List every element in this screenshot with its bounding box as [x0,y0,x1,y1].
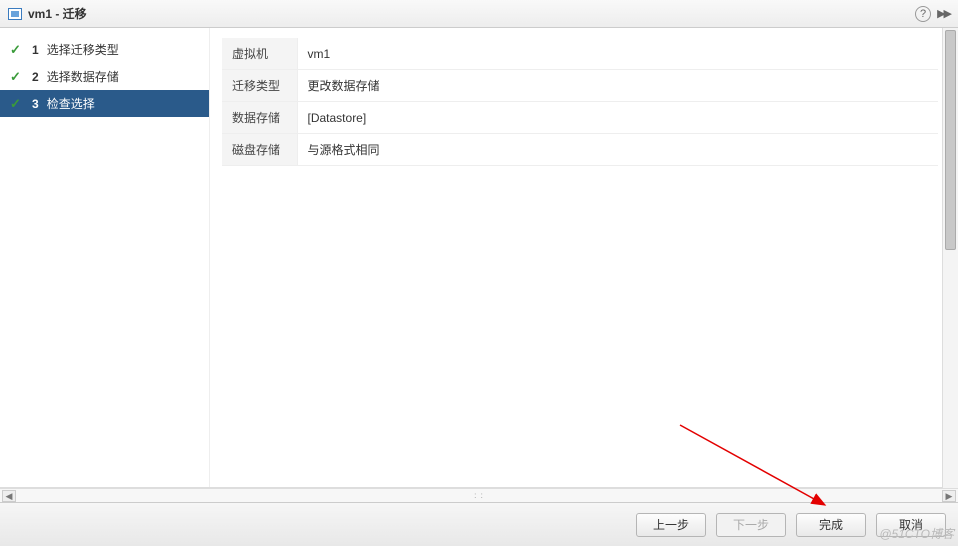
resize-grip-icon[interactable]: : : [474,491,484,500]
vm-icon [8,8,22,20]
summary-value: [Datastore] [297,102,938,134]
summary-label: 迁移类型 [222,70,297,102]
check-icon: ✓ [10,96,24,112]
step-number: 3 [32,97,39,111]
table-row: 数据存储 [Datastore] [222,102,938,134]
summary-label: 数据存储 [222,102,297,134]
scroll-right-icon[interactable]: ▶ [942,490,956,502]
step-label: 选择迁移类型 [47,41,119,58]
titlebar-right: ? ▶▶ [915,6,950,22]
expand-icon[interactable]: ▶▶ [937,7,950,20]
wizard-step-1[interactable]: ✓ 1 选择迁移类型 [0,36,209,63]
table-row: 迁移类型 更改数据存储 [222,70,938,102]
step-label: 选择数据存储 [47,68,119,85]
step-label: 检查选择 [47,95,95,112]
check-icon: ✓ [10,42,24,58]
step-number: 2 [32,70,39,84]
vertical-scrollbar[interactable] [942,28,958,488]
titlebar-left: vm1 - 迁移 [8,5,87,22]
wizard-sidebar: ✓ 1 选择迁移类型 ✓ 2 选择数据存储 ✓ 3 检查选择 [0,28,210,487]
back-button[interactable]: 上一步 [636,513,706,537]
summary-label: 虚拟机 [222,38,297,70]
scrollbar-thumb[interactable] [945,30,956,250]
table-row: 磁盘存储 与源格式相同 [222,134,938,166]
step-number: 1 [32,43,39,57]
wizard-footer: 上一步 下一步 完成 取消 [0,502,958,546]
wizard-content: 虚拟机 vm1 迁移类型 更改数据存储 数据存储 [Datastore] 磁盘存… [210,28,958,487]
summary-label: 磁盘存储 [222,134,297,166]
scroll-left-icon[interactable]: ◀ [2,490,16,502]
main-area: ✓ 1 选择迁移类型 ✓ 2 选择数据存储 ✓ 3 检查选择 虚拟机 vm1 迁… [0,28,958,488]
window-title: vm1 - 迁移 [28,5,87,22]
wizard-step-2[interactable]: ✓ 2 选择数据存储 [0,63,209,90]
check-icon: ✓ [10,69,24,85]
summary-value: 与源格式相同 [297,134,938,166]
summary-value: vm1 [297,38,938,70]
wizard-step-3[interactable]: ✓ 3 检查选择 [0,90,209,117]
watermark: @51CTO博客 [879,525,954,542]
summary-value: 更改数据存储 [297,70,938,102]
titlebar: vm1 - 迁移 ? ▶▶ [0,0,958,28]
table-row: 虚拟机 vm1 [222,38,938,70]
summary-table: 虚拟机 vm1 迁移类型 更改数据存储 数据存储 [Datastore] 磁盘存… [222,38,938,166]
finish-button[interactable]: 完成 [796,513,866,537]
help-icon[interactable]: ? [915,6,931,22]
horizontal-scrollbar[interactable]: ◀ : : ▶ [0,488,958,502]
next-button: 下一步 [716,513,786,537]
